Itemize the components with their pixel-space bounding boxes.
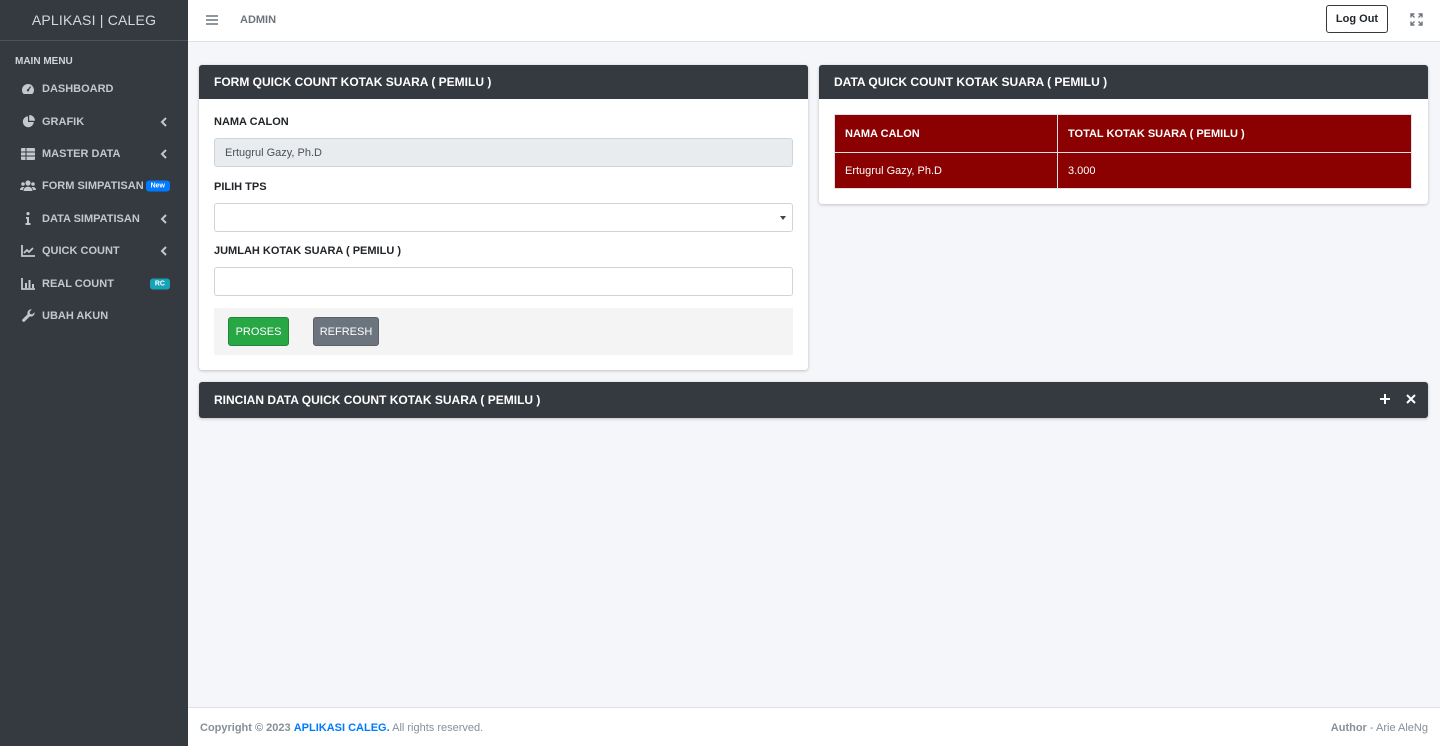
sidebar-item-label: GRAFIK (42, 115, 85, 128)
jumlah-kotak-suara-input[interactable] (214, 267, 793, 296)
table-row: Ertugrul Gazy, Ph.D 3.000 (834, 152, 1412, 189)
chevron-left-icon (160, 148, 170, 160)
wrench-icon (20, 309, 36, 323)
pie-chart-icon (20, 115, 36, 129)
chevron-left-icon (160, 245, 170, 257)
rights-text: All rights reserved. (392, 722, 484, 734)
dashboard-icon (20, 82, 36, 96)
refresh-button[interactable]: REFRESH (313, 317, 379, 346)
new-badge: New (145, 180, 170, 192)
sidebar-item-label: QUICK COUNT (42, 245, 120, 258)
jumlah-kotak-suara-label: JUMLAH KOTAK SUARA ( PEMILU ) (214, 245, 401, 257)
menu-header: MAIN MENU (15, 56, 73, 67)
sidebar-item-dashboard[interactable]: DASHBOARD (0, 73, 188, 105)
sidebar-item-quick-count[interactable]: QUICK COUNT (0, 235, 188, 267)
sidebar-item-real-count[interactable]: REAL COUNT RC (0, 267, 188, 299)
footer-copyright: Copyright © 2023 APLIKASI CALEG. All rig… (200, 722, 483, 734)
nama-calon-label: NAMA CALON (214, 116, 289, 128)
rc-badge: RC (149, 278, 170, 290)
sidebar-item-label: UBAH AKUN (42, 309, 109, 322)
chevron-left-icon (160, 116, 170, 128)
sidebar-item-label: MASTER DATA (42, 147, 121, 160)
nav-link-admin[interactable]: ADMIN (240, 14, 276, 26)
nama-calon-field[interactable]: Ertugrul Gazy, Ph.D (214, 138, 793, 167)
form-footer: PROSES REFRESH (214, 308, 793, 355)
author-label: Author (1330, 722, 1367, 734)
close-icon[interactable] (1406, 393, 1416, 404)
sidebar-item-label: DASHBOARD (42, 83, 114, 96)
pilih-tps-label: PILIH TPS (214, 181, 267, 193)
proses-button[interactable]: PROSES (228, 317, 289, 346)
card-tools (1380, 393, 1416, 404)
card-title: FORM QUICK COUNT KOTAK SUARA ( PEMILU ) (199, 65, 808, 99)
table-header-row: NAMA CALON TOTAL KOTAK SUARA ( PEMILU ) (834, 114, 1412, 153)
card-title: DATA QUICK COUNT KOTAK SUARA ( PEMILU ) (819, 65, 1428, 99)
pilih-tps-select[interactable] (214, 203, 793, 232)
app-link[interactable]: APLIKASI CALEG. (294, 722, 390, 734)
sidebar-item-grafik[interactable]: GRAFIK (0, 105, 188, 137)
form-quick-count-card: FORM QUICK COUNT KOTAK SUARA ( PEMILU ) … (199, 65, 808, 370)
data-quick-count-card: DATA QUICK COUNT KOTAK SUARA ( PEMILU ) … (819, 65, 1428, 204)
sidebar-item-ubah-akun[interactable]: UBAH AKUN (0, 300, 188, 332)
logout-button[interactable]: Log Out (1326, 5, 1388, 33)
table-cell-total: 3.000 (1057, 152, 1412, 189)
footer: Copyright © 2023 APLIKASI CALEG. All rig… (188, 707, 1440, 746)
rincian-title: RINCIAN DATA QUICK COUNT KOTAK SUARA ( P… (214, 393, 541, 407)
sidebar-item-master-data[interactable]: MASTER DATA (0, 138, 188, 170)
table-cell-nama: Ertugrul Gazy, Ph.D (834, 152, 1058, 189)
users-icon (20, 179, 36, 193)
hamburger-menu-icon[interactable] (206, 14, 218, 26)
info-icon (20, 212, 36, 226)
sidebar-item-form-simpatisan[interactable]: FORM SIMPATISAN New (0, 170, 188, 202)
column-header-total: TOTAL KOTAK SUARA ( PEMILU ) (1057, 114, 1412, 153)
brand-link[interactable]: APLIKASI | CALEG (0, 0, 188, 41)
copyright-text: Copyright © 2023 (200, 722, 291, 734)
table-icon (20, 147, 36, 161)
plus-icon[interactable] (1380, 393, 1390, 404)
card-title: RINCIAN DATA QUICK COUNT KOTAK SUARA ( P… (199, 382, 1428, 418)
footer-author: Author - Arie AleNg (1331, 722, 1428, 734)
fullscreen-icon[interactable] (1410, 13, 1423, 26)
author-name: Arie AleNg (1376, 722, 1428, 734)
top-navbar: ADMIN Log Out (188, 0, 1440, 42)
chevron-left-icon (160, 213, 170, 225)
quick-count-table: NAMA CALON TOTAL KOTAK SUARA ( PEMILU ) … (834, 114, 1412, 189)
sidebar-item-label: FORM SIMPATISAN (42, 180, 144, 193)
bar-chart-icon (20, 277, 36, 291)
sidebar-item-label: DATA SIMPATISAN (42, 212, 140, 225)
sidebar-item-data-simpatisan[interactable]: DATA SIMPATISAN (0, 203, 188, 235)
caret-down-icon (780, 216, 786, 220)
column-header-nama-calon: NAMA CALON (834, 114, 1058, 153)
sidebar: APLIKASI | CALEG MAIN MENU DASHBOARD GRA… (0, 0, 188, 746)
author-separator: - (1369, 722, 1374, 734)
sidebar-item-label: REAL COUNT (42, 277, 114, 290)
line-chart-icon (20, 244, 36, 258)
rincian-data-card: RINCIAN DATA QUICK COUNT KOTAK SUARA ( P… (199, 382, 1428, 418)
